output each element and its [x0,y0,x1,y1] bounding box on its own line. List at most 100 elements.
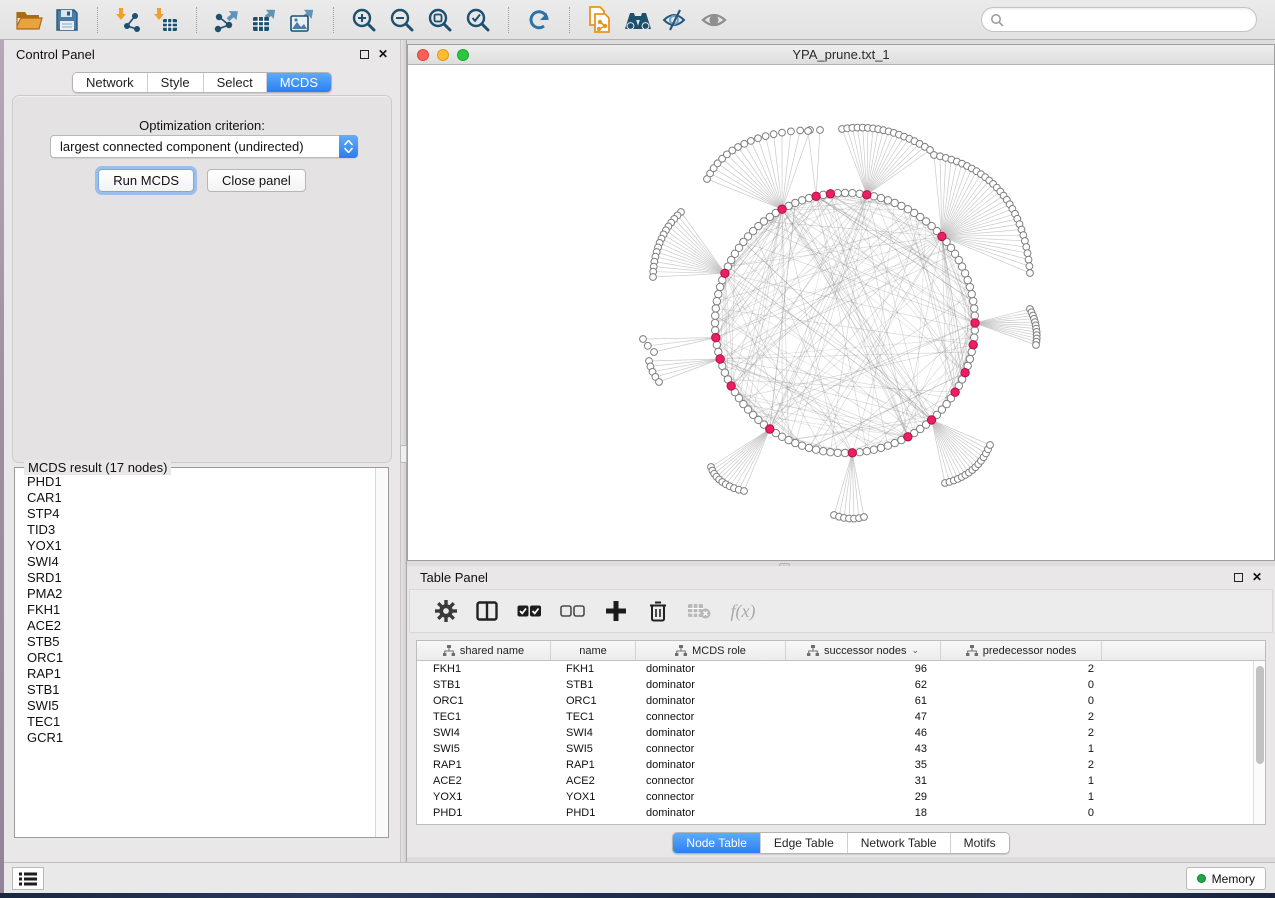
result-scrollbar[interactable] [375,468,388,837]
table-row[interactable]: STB1STB1dominator620 [417,677,1253,693]
plus-icon [606,601,626,621]
zoom-selected-button[interactable] [462,5,494,35]
zoom-in-button[interactable] [348,5,380,35]
apply-layout-button[interactable] [523,5,555,35]
tab-network-table[interactable]: Network Table [847,833,950,853]
table-row[interactable]: FKH1FKH1dominator962 [417,661,1253,677]
tab-edge-table[interactable]: Edge Table [760,833,847,853]
tab-network[interactable]: Network [73,73,147,92]
result-node-item[interactable]: ORC1 [16,650,374,666]
mcds-result-list[interactable]: PHD1CAR1STP4TID3YOX1SWI4SRD1PMA2FKH1ACE2… [16,474,374,836]
import-table-button[interactable] [150,5,182,35]
float-panel-icon[interactable] [1234,573,1243,582]
splitter-handle[interactable] [400,445,407,463]
import-network-button[interactable] [112,5,144,35]
table-scrollbar-thumb[interactable] [1256,666,1264,764]
table-cell: connector [636,773,786,789]
result-node-item[interactable]: TEC1 [16,714,374,730]
column-header-predecessor-nodes[interactable]: predecessor nodes [941,641,1102,660]
table-settings-button[interactable] [426,596,466,626]
close-window-icon[interactable] [417,49,429,61]
network-graph[interactable] [408,65,1274,560]
table-cell: 62 [786,677,941,693]
table-row[interactable]: SWI4SWI4dominator462 [417,725,1253,741]
table-cell: STB1 [551,677,636,693]
deselect-all-button[interactable] [550,596,594,626]
first-neighbors-button[interactable] [622,5,654,35]
result-node-item[interactable]: STP4 [16,506,374,522]
table-row[interactable]: ACE2ACE2connector311 [417,773,1253,789]
result-node-item[interactable]: STB5 [16,634,374,650]
table-row[interactable]: RAP1RAP1dominator352 [417,757,1253,773]
zoom-out-button[interactable] [386,5,418,35]
tab-style[interactable]: Style [147,73,203,92]
result-node-item[interactable]: PHD1 [16,474,374,490]
criterion-dropdown[interactable]: largest connected component (undirected) [50,135,358,158]
result-node-item[interactable]: RAP1 [16,666,374,682]
table-row[interactable]: ORC1ORC1dominator610 [417,693,1253,709]
open-file-button[interactable] [13,5,45,35]
delete-table-button[interactable] [678,596,720,626]
run-mcds-button[interactable]: Run MCDS [98,169,194,192]
table-cell: YOX1 [417,789,551,805]
create-column-button[interactable] [594,596,638,626]
network-titlebar[interactable]: YPA_prune.txt_1 [408,45,1274,65]
result-node-item[interactable]: SWI4 [16,554,374,570]
hide-selected-button[interactable] [660,5,692,35]
column-header-MCDS-role[interactable]: MCDS role [636,641,786,660]
panel-splitter[interactable] [400,40,407,862]
export-image-button[interactable] [287,5,319,35]
float-panel-icon[interactable] [360,50,369,59]
result-node-item[interactable]: PMA2 [16,586,374,602]
result-node-item[interactable]: SWI5 [16,698,374,714]
search-field[interactable] [981,7,1257,32]
table-cell: 2 [941,709,1102,725]
result-node-item[interactable]: TID3 [16,522,374,538]
result-node-item[interactable]: GCR1 [16,730,374,746]
tab-motifs[interactable]: Motifs [950,833,1009,853]
table-row[interactable]: SWI5SWI5connector431 [417,741,1253,757]
table-row[interactable]: PHD1PHD1dominator180 [417,805,1253,821]
control-tabs: NetworkStyleSelectMCDS [72,72,332,93]
clone-network-button[interactable] [584,5,616,35]
result-node-item[interactable]: STB1 [16,682,374,698]
maximize-window-icon[interactable] [457,49,469,61]
close-panel-icon[interactable]: ✕ [378,50,388,59]
status-bar: Memory [4,862,1275,893]
export-image-icon [289,7,317,33]
show-all-button[interactable] [698,5,730,35]
column-header-successor-nodes[interactable]: successor nodes⌄ [786,641,941,660]
search-input[interactable] [1004,13,1248,27]
result-node-item[interactable]: SRD1 [16,570,374,586]
open-folder-icon [16,8,43,32]
gear-icon [435,600,457,622]
select-all-button[interactable] [508,596,550,626]
table-row[interactable]: TEC1TEC1connector472 [417,709,1253,725]
memory-button[interactable]: Memory [1186,867,1266,890]
function-builder-button[interactable]: f(x) [720,596,766,626]
minimize-window-icon[interactable] [437,49,449,61]
column-header-name[interactable]: name [551,641,636,660]
delete-column-button[interactable] [638,596,678,626]
result-node-item[interactable]: FKH1 [16,602,374,618]
export-table-button[interactable] [249,5,281,35]
close-panel-icon[interactable]: ✕ [1252,573,1262,582]
column-header-shared-name[interactable]: shared name [417,641,551,660]
network-view[interactable] [408,65,1274,560]
tab-node-table[interactable]: Node Table [673,833,760,853]
tab-select[interactable]: Select [203,73,266,92]
zoom-fit-button[interactable] [424,5,456,35]
task-history-button[interactable] [12,867,44,890]
save-session-button[interactable] [51,5,83,35]
result-node-item[interactable]: ACE2 [16,618,374,634]
tab-mcds[interactable]: MCDS [266,73,331,92]
export-network-button[interactable] [211,5,243,35]
table-scrollbar[interactable] [1253,661,1265,824]
table-cell: 2 [941,661,1102,677]
result-node-item[interactable]: CAR1 [16,490,374,506]
result-node-item[interactable]: YOX1 [16,538,374,554]
show-columns-button[interactable] [466,596,508,626]
close-panel-button[interactable]: Close panel [207,169,306,192]
table-row[interactable]: YOX1YOX1connector291 [417,789,1253,805]
table-cell: RAP1 [551,757,636,773]
